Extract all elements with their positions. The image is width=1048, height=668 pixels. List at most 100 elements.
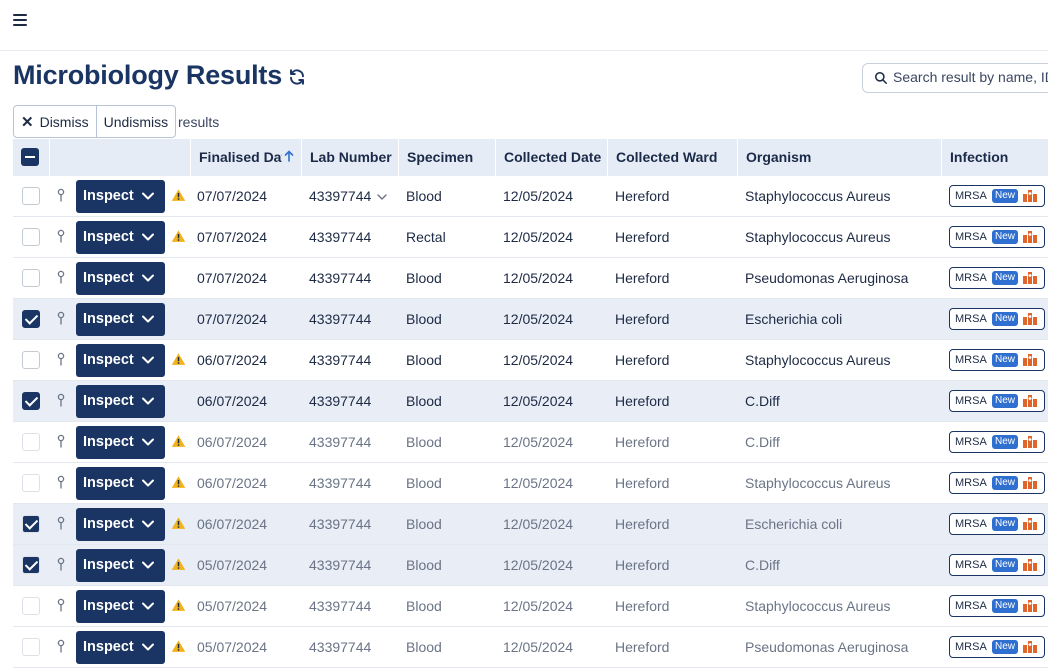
infection-tag[interactable]: MRSA New [949, 226, 1045, 248]
column-header-organism[interactable]: Organism [737, 139, 941, 176]
inspect-button[interactable]: Inspect [76, 221, 165, 254]
table-row[interactable]: Inspect 06/07/2024 43397744 Blood 12/05/… [13, 463, 1048, 504]
row-checkbox[interactable] [22, 310, 40, 328]
search-input[interactable] [891, 68, 1048, 86]
collected-ward-cell: Hereford [615, 598, 670, 614]
row-checkbox[interactable] [22, 228, 40, 246]
row-checkbox[interactable] [22, 392, 40, 410]
table-row[interactable]: Inspect 06/07/2024 43397744 Blood 12/05/… [13, 381, 1048, 422]
chevron-down-icon[interactable] [377, 193, 387, 201]
infection-tag[interactable]: MRSA New [949, 636, 1045, 658]
column-header-specimen[interactable]: Specimen [398, 139, 495, 176]
pin-icon[interactable] [56, 352, 66, 368]
table-row[interactable]: Inspect 06/07/2024 43397744 Blood 12/05/… [13, 422, 1048, 463]
pin-icon[interactable] [56, 434, 66, 450]
organism-cell: C.Diff [745, 393, 780, 409]
table-row[interactable]: Inspect 06/07/2024 43397744 Blood 12/05/… [13, 504, 1048, 545]
row-checkbox[interactable] [22, 556, 40, 574]
infection-tag[interactable]: MRSA New [949, 308, 1045, 330]
infection-tag[interactable]: MRSA New [949, 595, 1045, 617]
pin-icon[interactable] [56, 557, 66, 573]
inspect-button[interactable]: Inspect [76, 344, 165, 377]
collected-date-cell: 12/05/2024 [503, 229, 574, 245]
row-checkbox[interactable] [22, 187, 40, 205]
infection-tag[interactable]: MRSA New [949, 513, 1045, 535]
infection-tag[interactable]: MRSA New [949, 267, 1045, 289]
hospital-icon [1023, 354, 1037, 366]
row-checkbox[interactable] [22, 269, 40, 287]
specimen-cell: Blood [406, 598, 442, 614]
select-all-checkbox[interactable] [21, 148, 39, 166]
dismiss-button-group: ✕ Dismiss Undismiss [13, 105, 177, 138]
inspect-button[interactable]: Inspect [76, 426, 165, 459]
inspect-button[interactable]: Inspect [76, 590, 165, 623]
finalised-date-cell: 05/07/2024 [197, 598, 268, 614]
pin-icon[interactable] [56, 598, 66, 614]
infection-tag[interactable]: MRSA New [949, 554, 1045, 576]
table-header: Finalised Date Lab Number Specimen Colle… [13, 139, 1048, 176]
table-row[interactable]: Inspect 05/07/2024 43397744 Blood 12/05/… [13, 586, 1048, 627]
inspect-button[interactable]: Inspect [76, 467, 165, 500]
column-header-infection[interactable]: Infection [941, 139, 1048, 176]
infection-tag[interactable]: MRSA New [949, 185, 1045, 207]
pin-icon[interactable] [56, 475, 66, 491]
row-checkbox[interactable] [22, 474, 40, 492]
row-checkbox[interactable] [22, 351, 40, 369]
dismiss-button[interactable]: ✕ Dismiss [14, 106, 96, 137]
new-badge: New [992, 189, 1019, 203]
inspect-label: Inspect [83, 598, 134, 614]
refresh-icon[interactable] [288, 68, 308, 88]
infection-tag[interactable]: MRSA New [949, 390, 1045, 412]
specimen-cell: Blood [406, 311, 442, 327]
pin-icon[interactable] [56, 393, 66, 409]
pin-icon[interactable] [56, 188, 66, 204]
infection-tag[interactable]: MRSA New [949, 431, 1045, 453]
inspect-button[interactable]: Inspect [76, 508, 165, 541]
column-header-finalised-date[interactable]: Finalised Date [190, 139, 301, 176]
lab-number-cell: 43397744 [309, 475, 372, 491]
infection-tag[interactable]: MRSA New [949, 472, 1045, 494]
inspect-button[interactable]: Inspect [76, 549, 165, 582]
infection-label: MRSA [955, 559, 987, 571]
pin-icon[interactable] [56, 270, 66, 286]
pin-icon[interactable] [56, 639, 66, 655]
inspect-button[interactable]: Inspect [76, 303, 165, 336]
row-checkbox[interactable] [22, 638, 40, 656]
inspect-button[interactable]: Inspect [76, 385, 165, 418]
row-checkbox[interactable] [22, 597, 40, 615]
inspect-label: Inspect [83, 270, 134, 286]
table-row[interactable]: Inspect 05/07/2024 43397744 Blood 12/05/… [13, 627, 1048, 668]
table-row[interactable]: Inspect 07/07/2024 43397744 Blood 12/05/… [13, 299, 1048, 340]
hospital-icon [1023, 477, 1037, 489]
lab-number-cell: 43397744 [309, 270, 372, 286]
new-badge: New [992, 353, 1019, 367]
hospital-icon [1023, 518, 1037, 530]
table-row[interactable]: Inspect 07/07/2024 43397744 Rectal 12/05… [13, 217, 1048, 258]
inspect-button[interactable]: Inspect [76, 262, 165, 295]
column-header-lab-number[interactable]: Lab Number [301, 139, 398, 176]
infection-tag[interactable]: MRSA New [949, 349, 1045, 371]
organism-cell: C.Diff [745, 557, 780, 573]
pin-icon[interactable] [56, 516, 66, 532]
column-header-collected-ward[interactable]: Collected Ward [607, 139, 737, 176]
finalised-date-cell: 05/07/2024 [197, 639, 268, 655]
specimen-cell: Blood [406, 639, 442, 655]
row-checkbox[interactable] [22, 433, 40, 451]
pin-icon[interactable] [56, 311, 66, 327]
table-row[interactable]: Inspect 07/07/2024 43397744 Blood 12/05/… [13, 258, 1048, 299]
pin-icon[interactable] [56, 229, 66, 245]
collected-ward-cell: Hereford [615, 352, 670, 368]
undismiss-button[interactable]: Undismiss [95, 106, 176, 137]
lab-number-cell: 43397744 [309, 639, 372, 655]
search-box[interactable] [862, 63, 1048, 93]
inspect-button[interactable]: Inspect [76, 180, 165, 213]
table-row[interactable]: Inspect 05/07/2024 43397744 Blood 12/05/… [13, 545, 1048, 586]
finalised-date-cell: 06/07/2024 [197, 352, 268, 368]
inspect-button[interactable]: Inspect [76, 631, 165, 664]
table-row[interactable]: Inspect 06/07/2024 43397744 Blood 12/05/… [13, 340, 1048, 381]
row-checkbox[interactable] [22, 515, 40, 533]
organism-cell: Pseudomonas Aeruginosa [745, 270, 909, 286]
hamburger-icon[interactable] [13, 14, 27, 28]
column-header-collected-date[interactable]: Collected Date [495, 139, 607, 176]
table-row[interactable]: Inspect 07/07/2024 43397744 Blood 12/05/… [13, 176, 1048, 217]
